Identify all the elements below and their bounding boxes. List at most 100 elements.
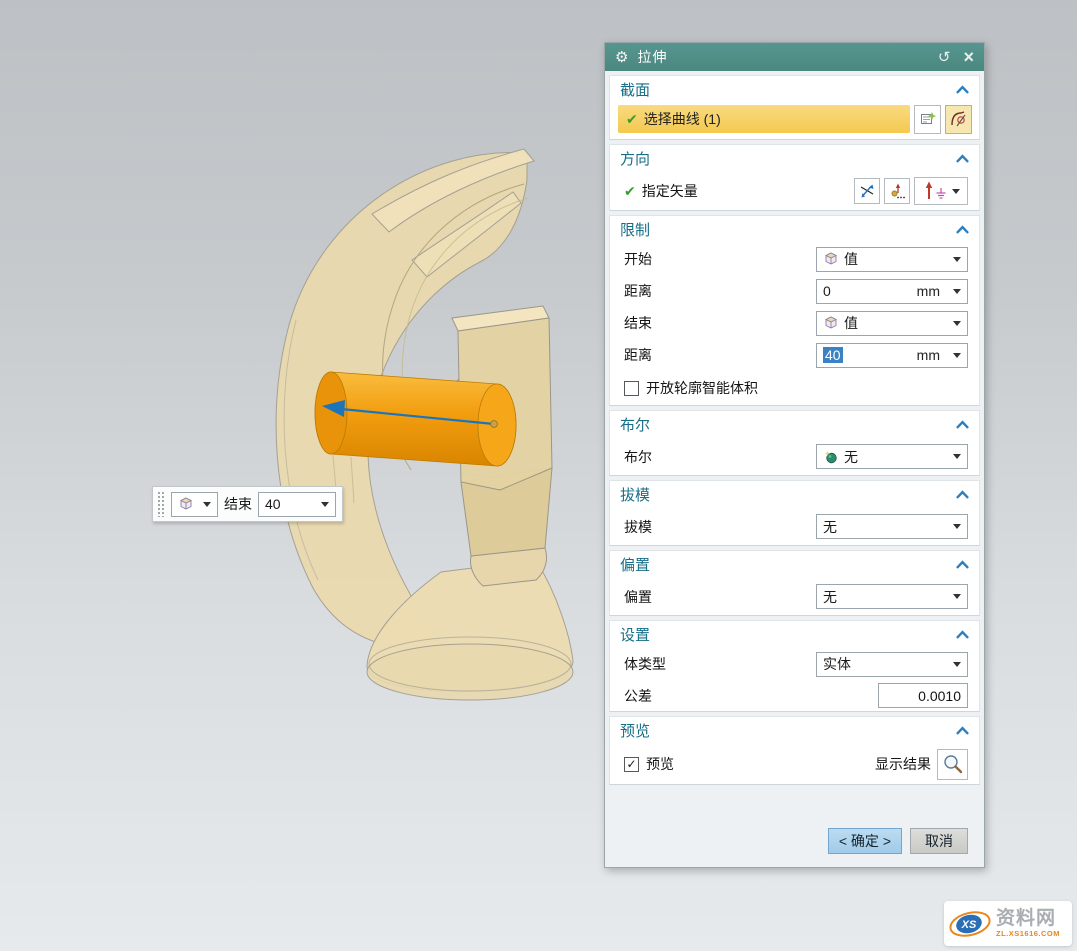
group-direction: 方向 ✔ 指定矢量 bbox=[609, 144, 980, 211]
offset-select[interactable]: 无 bbox=[816, 584, 968, 609]
vector-type-select[interactable] bbox=[914, 177, 968, 205]
group-section: 截面 ✔ 选择曲线 (1) bbox=[609, 75, 980, 140]
draft-select[interactable]: 无 bbox=[816, 514, 968, 539]
vector-dialog-glyph bbox=[888, 182, 906, 200]
select-curve-label: 选择曲线 (1) bbox=[644, 109, 721, 129]
boolean-label: 布尔 bbox=[624, 447, 652, 467]
chevron-up-icon[interactable] bbox=[956, 420, 969, 429]
onscreen-input-toolbar: 结束 40 bbox=[152, 486, 343, 522]
offset-label: 偏置 bbox=[624, 587, 652, 607]
group-title: 布尔 bbox=[620, 414, 650, 435]
check-icon: ✔ bbox=[626, 111, 638, 128]
chevron-up-icon[interactable] bbox=[956, 490, 969, 499]
gear-icon: ⚙ bbox=[615, 50, 628, 65]
chevron-up-icon[interactable] bbox=[956, 225, 969, 234]
end-label: 结束 bbox=[224, 494, 252, 514]
offset-value: 无 bbox=[823, 587, 948, 607]
caret-down-icon bbox=[953, 454, 961, 459]
curve-rule-icon[interactable] bbox=[914, 105, 941, 134]
drag-handle[interactable] bbox=[157, 491, 165, 517]
preview-checkbox[interactable]: ✓ bbox=[624, 757, 639, 772]
end-distance-input-field[interactable]: 40 mm bbox=[816, 343, 968, 368]
group-draft: 拔模 拔模 无 bbox=[609, 480, 980, 546]
end-distance-value: 40 bbox=[265, 496, 316, 512]
caret-down-icon bbox=[953, 524, 961, 529]
dialog-titlebar[interactable]: ⚙ 拉伸 ↺ × bbox=[605, 43, 984, 71]
close-icon[interactable]: × bbox=[963, 48, 974, 66]
body-type-value: 实体 bbox=[823, 654, 948, 674]
draft-value: 无 bbox=[823, 517, 948, 537]
boolean-select[interactable]: 无 bbox=[816, 444, 968, 469]
group-title: 偏置 bbox=[620, 554, 650, 575]
direction-arrow-origin-handle[interactable] bbox=[491, 421, 498, 428]
cube-icon bbox=[178, 496, 194, 512]
group-section-header[interactable]: 截面 bbox=[610, 76, 979, 103]
ok-button[interactable]: < 确定 > bbox=[828, 828, 902, 854]
group-title: 设置 bbox=[620, 624, 650, 645]
show-result-button[interactable] bbox=[937, 749, 968, 780]
tolerance-label: 公差 bbox=[624, 686, 652, 706]
group-boolean-header[interactable]: 布尔 bbox=[610, 411, 979, 438]
chevron-up-icon[interactable] bbox=[956, 630, 969, 639]
start-distance-input[interactable]: 0 mm bbox=[816, 279, 968, 304]
group-preview-header[interactable]: 预览 bbox=[610, 717, 979, 744]
start-distance-label: 距离 bbox=[624, 281, 652, 301]
end-label: 结束 bbox=[624, 313, 652, 333]
reverse-direction-glyph bbox=[858, 182, 876, 200]
end-distance-label: 距离 bbox=[624, 345, 652, 365]
tolerance-value: 0.0010 bbox=[918, 688, 961, 704]
caret-down-icon bbox=[321, 502, 329, 507]
caret-down-icon bbox=[953, 353, 961, 358]
chevron-up-icon[interactable] bbox=[956, 85, 969, 94]
specify-vector-label: 指定矢量 bbox=[642, 181, 698, 201]
watermark-site-name: 资料网 bbox=[996, 909, 1060, 928]
vector-dialog-icon[interactable] bbox=[884, 178, 910, 204]
tolerance-input[interactable]: 0.0010 bbox=[878, 683, 968, 708]
start-limit-select[interactable]: 值 bbox=[816, 247, 968, 272]
group-offset-header[interactable]: 偏置 bbox=[610, 551, 979, 578]
watermark-site-url: ZL.XS1616.COM bbox=[996, 930, 1060, 938]
chevron-up-icon[interactable] bbox=[956, 154, 969, 163]
dialog-body: 截面 ✔ 选择曲线 (1) bbox=[605, 71, 984, 867]
boolean-value: 无 bbox=[844, 447, 948, 467]
group-direction-header[interactable]: 方向 bbox=[610, 145, 979, 172]
open-profile-label: 开放轮廓智能体积 bbox=[646, 378, 758, 398]
group-settings-header[interactable]: 设置 bbox=[610, 621, 979, 648]
watermark: XS 资料网 ZL.XS1616.COM bbox=[944, 901, 1072, 946]
group-limits-header[interactable]: 限制 bbox=[610, 216, 979, 243]
select-curve-field[interactable]: ✔ 选择曲线 (1) bbox=[618, 105, 910, 133]
chevron-up-icon[interactable] bbox=[956, 726, 969, 735]
dialog-footer: < 确定 > 取消 bbox=[609, 821, 980, 861]
cube-icon bbox=[823, 315, 839, 331]
group-draft-header[interactable]: 拔模 bbox=[610, 481, 979, 508]
start-distance-value: 0 bbox=[823, 283, 831, 299]
preview-label: 预览 bbox=[646, 754, 674, 774]
chevron-up-icon[interactable] bbox=[956, 560, 969, 569]
draft-label: 拔模 bbox=[624, 517, 652, 537]
end-distance-input[interactable]: 40 bbox=[258, 492, 336, 517]
open-profile-checkbox[interactable] bbox=[624, 381, 639, 396]
group-boolean: 布尔 布尔 无 bbox=[609, 410, 980, 476]
caret-down-icon bbox=[953, 289, 961, 294]
end-limit-select[interactable]: 值 bbox=[816, 311, 968, 336]
end-distance-unit: mm bbox=[917, 347, 942, 363]
magnifier-icon bbox=[942, 753, 964, 775]
caret-down-icon bbox=[953, 662, 961, 667]
caret-down-icon bbox=[953, 321, 961, 326]
xs-logo-text: XS bbox=[961, 919, 977, 931]
group-offset: 偏置 偏置 无 bbox=[609, 550, 980, 616]
start-label: 开始 bbox=[624, 249, 652, 269]
3d-model-viewport[interactable] bbox=[130, 120, 600, 740]
caret-down-icon bbox=[953, 594, 961, 599]
cancel-button[interactable]: 取消 bbox=[910, 828, 968, 854]
body-type-select[interactable]: 实体 bbox=[816, 652, 968, 677]
caret-down-icon bbox=[952, 189, 960, 194]
caret-down-icon bbox=[953, 257, 961, 262]
group-title: 限制 bbox=[620, 219, 650, 240]
reset-icon[interactable]: ↺ bbox=[938, 50, 951, 65]
cube-icon bbox=[823, 251, 839, 267]
end-limit-type-select[interactable] bbox=[171, 492, 218, 517]
sketch-section-icon[interactable] bbox=[945, 105, 972, 134]
xs-logo: XS bbox=[948, 908, 992, 940]
reverse-direction-icon[interactable] bbox=[854, 178, 880, 204]
